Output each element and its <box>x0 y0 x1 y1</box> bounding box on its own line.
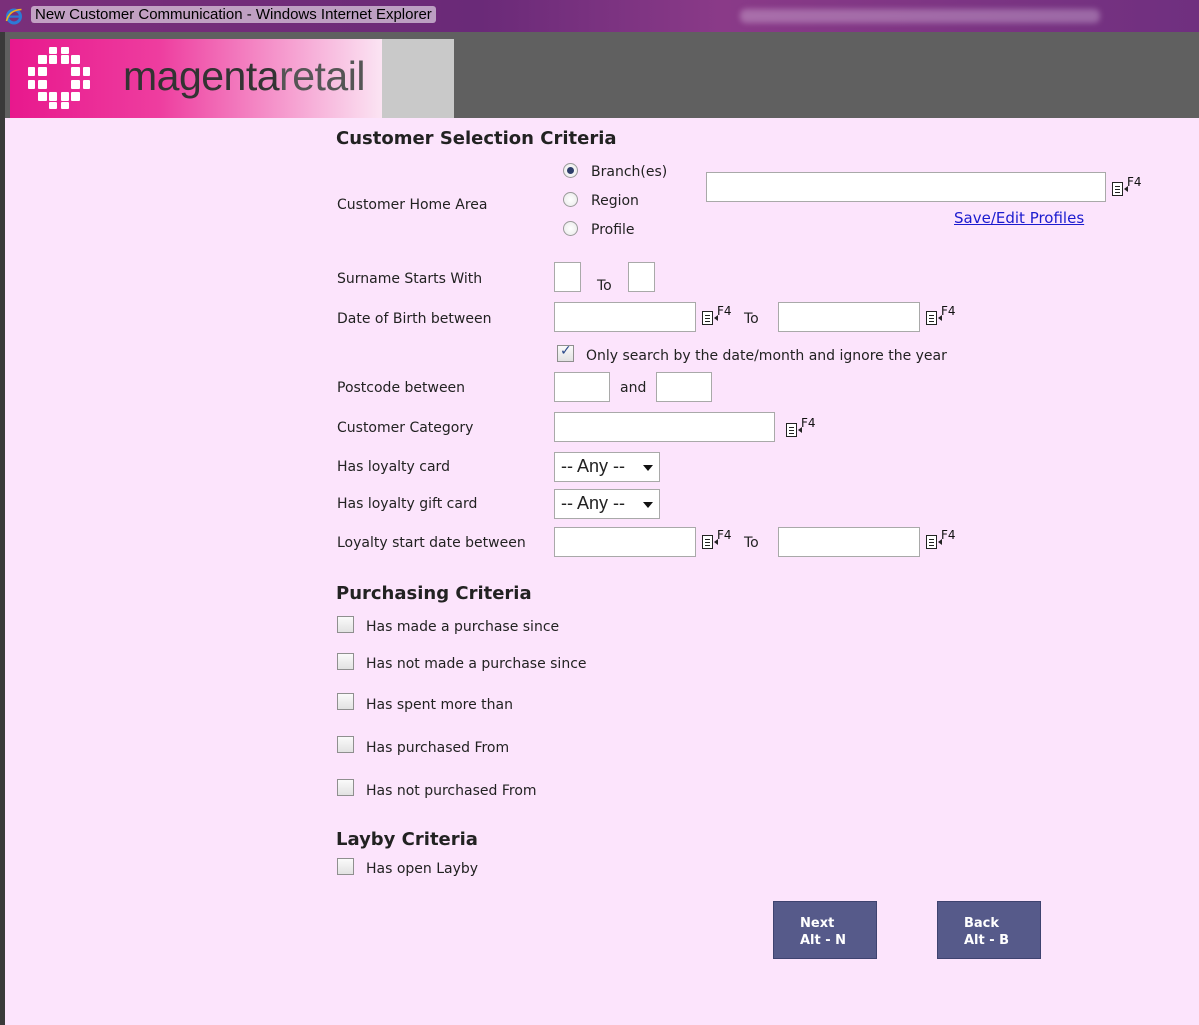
not-purchased-from-checkbox[interactable] <box>337 779 354 796</box>
loyalty-start-to-calendar-icon[interactable]: F4 <box>926 528 960 550</box>
ignore-year-label: Only search by the date/month and ignore… <box>586 348 947 364</box>
loyalty-gift-card-select[interactable]: -- Any -- <box>554 489 660 519</box>
next-button-shortcut: Alt - N <box>800 933 847 948</box>
window-titlebar: New Customer Communication - Windows Int… <box>0 0 1199 32</box>
loyalty-start-to-input[interactable] <box>778 527 920 557</box>
internet-explorer-icon <box>5 8 22 25</box>
purchase-since-checkbox[interactable] <box>337 616 354 633</box>
no-purchase-since-checkbox[interactable] <box>337 653 354 670</box>
surname-to-label: To <box>597 278 612 294</box>
spent-more-than-checkbox[interactable] <box>337 693 354 710</box>
surname-from-input[interactable] <box>554 262 581 292</box>
purchased-from-label: Has purchased From <box>366 740 510 756</box>
loyalty-card-selected: -- Any -- <box>561 456 626 476</box>
surname-label: Surname Starts With <box>337 271 483 287</box>
back-button-label: Back <box>964 916 1000 931</box>
ignore-year-checkbox[interactable] <box>557 343 574 362</box>
loyalty-card-label: Has loyalty card <box>337 459 450 475</box>
radio-region-label: Region <box>591 193 639 209</box>
home-area-input[interactable] <box>706 172 1106 202</box>
radio-region[interactable] <box>563 192 578 207</box>
section-heading-purchasing: Purchasing Criteria <box>336 583 532 604</box>
surname-to-input[interactable] <box>628 262 655 292</box>
dob-from-calendar-icon[interactable]: F4 <box>702 304 736 326</box>
loyalty-start-from-calendar-icon[interactable]: F4 <box>702 528 736 550</box>
radio-branches-label: Branch(es) <box>591 164 668 180</box>
dob-label: Date of Birth between <box>337 311 492 327</box>
purchased-from-checkbox[interactable] <box>337 736 354 753</box>
category-label: Customer Category <box>337 420 474 436</box>
category-input[interactable] <box>554 412 775 442</box>
back-button[interactable]: Back Alt - B <box>937 901 1041 959</box>
home-area-lookup-icon[interactable]: F4 <box>1112 175 1146 197</box>
app-header: magentaretail <box>0 32 1199 118</box>
brand-banner: magentaretail <box>10 39 382 118</box>
radio-profile[interactable] <box>563 221 578 236</box>
loyalty-start-to-label: To <box>744 535 759 551</box>
back-button-shortcut: Alt - B <box>964 933 1010 948</box>
postcode-and-label: and <box>620 380 647 396</box>
spent-more-than-label: Has spent more than <box>366 697 513 713</box>
header-divider-block <box>382 39 454 118</box>
loyalty-gift-card-selected: -- Any -- <box>561 493 626 513</box>
open-layby-label: Has open Layby <box>366 861 479 877</box>
loyalty-gift-card-label: Has loyalty gift card <box>337 496 478 512</box>
not-purchased-from-label: Has not purchased From <box>366 783 537 799</box>
main-content: Customer Selection Criteria Customer Hom… <box>0 118 1199 1025</box>
postcode-label: Postcode between <box>337 380 466 396</box>
next-button[interactable]: Next Alt - N <box>773 901 877 959</box>
no-purchase-since-label: Has not made a purchase since <box>366 656 587 672</box>
dob-to-input[interactable] <box>778 302 920 332</box>
purchase-since-label: Has made a purchase since <box>366 619 560 635</box>
home-area-label: Customer Home Area <box>337 197 488 213</box>
section-heading-customer-selection: Customer Selection Criteria <box>336 128 617 149</box>
next-button-label: Next <box>800 916 835 931</box>
section-heading-layby: Layby Criteria <box>336 829 478 850</box>
category-lookup-icon[interactable]: F4 <box>786 416 820 438</box>
dob-to-label: To <box>744 311 759 327</box>
brand-name: magentaretail <box>123 53 365 99</box>
save-edit-profiles-link[interactable]: Save/Edit Profiles <box>954 209 1084 227</box>
window-title: New Customer Communication - Windows Int… <box>31 6 436 23</box>
dob-from-input[interactable] <box>554 302 696 332</box>
radio-branches[interactable] <box>563 163 578 178</box>
loyalty-start-label: Loyalty start date between <box>337 535 526 551</box>
open-layby-checkbox[interactable] <box>337 858 354 875</box>
chevron-down-icon <box>643 465 653 471</box>
radio-profile-label: Profile <box>591 222 635 238</box>
postcode-from-input[interactable] <box>554 372 610 402</box>
postcode-to-input[interactable] <box>656 372 712 402</box>
dob-to-calendar-icon[interactable]: F4 <box>926 304 960 326</box>
loyalty-card-select[interactable]: -- Any -- <box>554 452 660 482</box>
loyalty-start-from-input[interactable] <box>554 527 696 557</box>
chevron-down-icon <box>643 502 653 508</box>
magenta-retail-logo-icon <box>28 47 90 109</box>
blurred-taskbar-region <box>740 9 1100 23</box>
